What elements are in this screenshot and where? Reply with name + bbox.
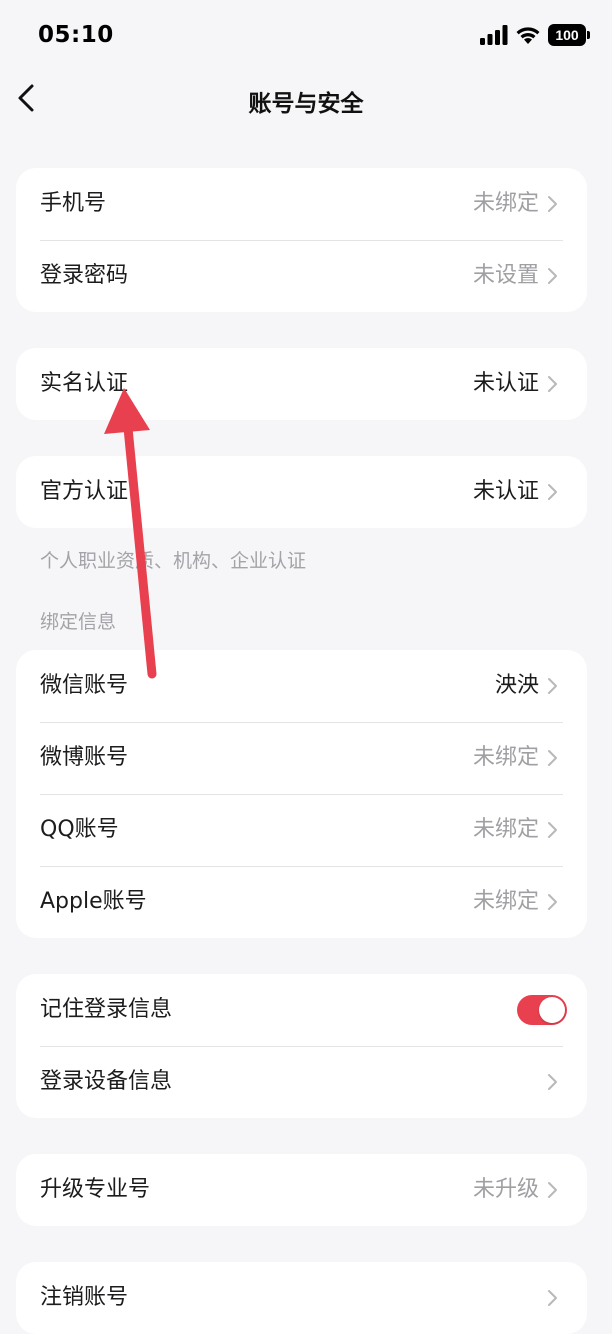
row-value: 未设置 (472, 263, 539, 288)
row-label: 注销账号 (40, 1285, 129, 1310)
row-value: 未升级 (472, 1177, 539, 1202)
device-card: 记住登录信息 登录设备信息 (16, 974, 587, 1118)
wifi-icon (516, 27, 540, 44)
chevron-right-icon (548, 894, 557, 910)
row-label: 记住登录信息 (40, 997, 173, 1022)
chevron-right-icon (548, 376, 557, 392)
login-devices-row[interactable]: 登录设备信息 (16, 1046, 587, 1118)
battery-level: 100 (555, 27, 579, 43)
chevron-right-icon (548, 484, 557, 500)
row-value: 未绑定 (472, 745, 539, 770)
page-title: 账号与安全 (248, 91, 364, 117)
chevron-right-icon (548, 1182, 557, 1198)
nav-bar: 账号与安全 (0, 74, 612, 122)
binding-section-header: 绑定信息 (40, 611, 117, 633)
realname-card: 实名认证 未认证 (16, 348, 587, 420)
realname-verification-row[interactable]: 实名认证 未认证 (16, 348, 587, 420)
wechat-account-row[interactable]: 微信账号 泱泱 (16, 650, 587, 722)
cancel-account-row[interactable]: 注销账号 (16, 1262, 587, 1334)
upgrade-card: 升级专业号 未升级 (16, 1154, 587, 1226)
row-label: 微博账号 (40, 745, 129, 770)
chevron-right-icon (548, 1074, 557, 1090)
upgrade-pro-row[interactable]: 升级专业号 未升级 (16, 1154, 587, 1226)
cancel-card: 注销账号 (16, 1262, 587, 1334)
row-value: 未认证 (472, 371, 539, 396)
status-icons: 100 (480, 24, 590, 46)
status-bar: 05:10 100 (0, 0, 612, 74)
chevron-right-icon (548, 268, 557, 284)
chevron-right-icon (548, 822, 557, 838)
row-value: 未绑定 (472, 191, 539, 216)
binding-card: 微信账号 泱泱 微博账号 未绑定 QQ账号 未绑定 Apple账号 未绑定 (16, 650, 587, 938)
weibo-account-row[interactable]: 微博账号 未绑定 (16, 722, 587, 794)
qq-account-row[interactable]: QQ账号 未绑定 (16, 794, 587, 866)
chevron-right-icon (548, 750, 557, 766)
toggle-knob (539, 997, 565, 1023)
row-label: 登录设备信息 (40, 1069, 173, 1094)
chevron-right-icon (548, 678, 557, 694)
chevron-right-icon (548, 1290, 557, 1306)
row-label: 官方认证 (40, 479, 129, 504)
official-verification-note: 个人职业资质、机构、企业认证 (40, 550, 307, 572)
official-verification-row[interactable]: 官方认证 未认证 (16, 456, 587, 528)
chevron-right-icon (548, 196, 557, 212)
row-value: 未认证 (472, 479, 539, 504)
row-label: 手机号 (40, 191, 107, 216)
remember-login-row: 记住登录信息 (16, 974, 587, 1046)
row-label: QQ账号 (40, 817, 119, 842)
signal-icon (480, 25, 508, 45)
login-settings-card: 手机号 未绑定 登录密码 未设置 (16, 168, 587, 312)
row-label: 升级专业号 (40, 1177, 151, 1202)
row-label: 实名认证 (40, 371, 129, 396)
row-label: 登录密码 (40, 263, 129, 288)
login-password-row[interactable]: 登录密码 未设置 (16, 240, 587, 312)
row-value: 未绑定 (472, 889, 539, 914)
row-label: Apple账号 (40, 889, 147, 914)
row-value: 泱泱 (494, 673, 539, 698)
remember-login-toggle[interactable] (517, 995, 567, 1025)
official-card: 官方认证 未认证 (16, 456, 587, 528)
battery-icon: 100 (548, 24, 590, 46)
row-value: 未绑定 (472, 817, 539, 842)
row-label: 微信账号 (40, 673, 129, 698)
status-time: 05:10 (38, 22, 114, 48)
phone-number-row[interactable]: 手机号 未绑定 (16, 168, 587, 240)
apple-account-row[interactable]: Apple账号 未绑定 (16, 866, 587, 938)
